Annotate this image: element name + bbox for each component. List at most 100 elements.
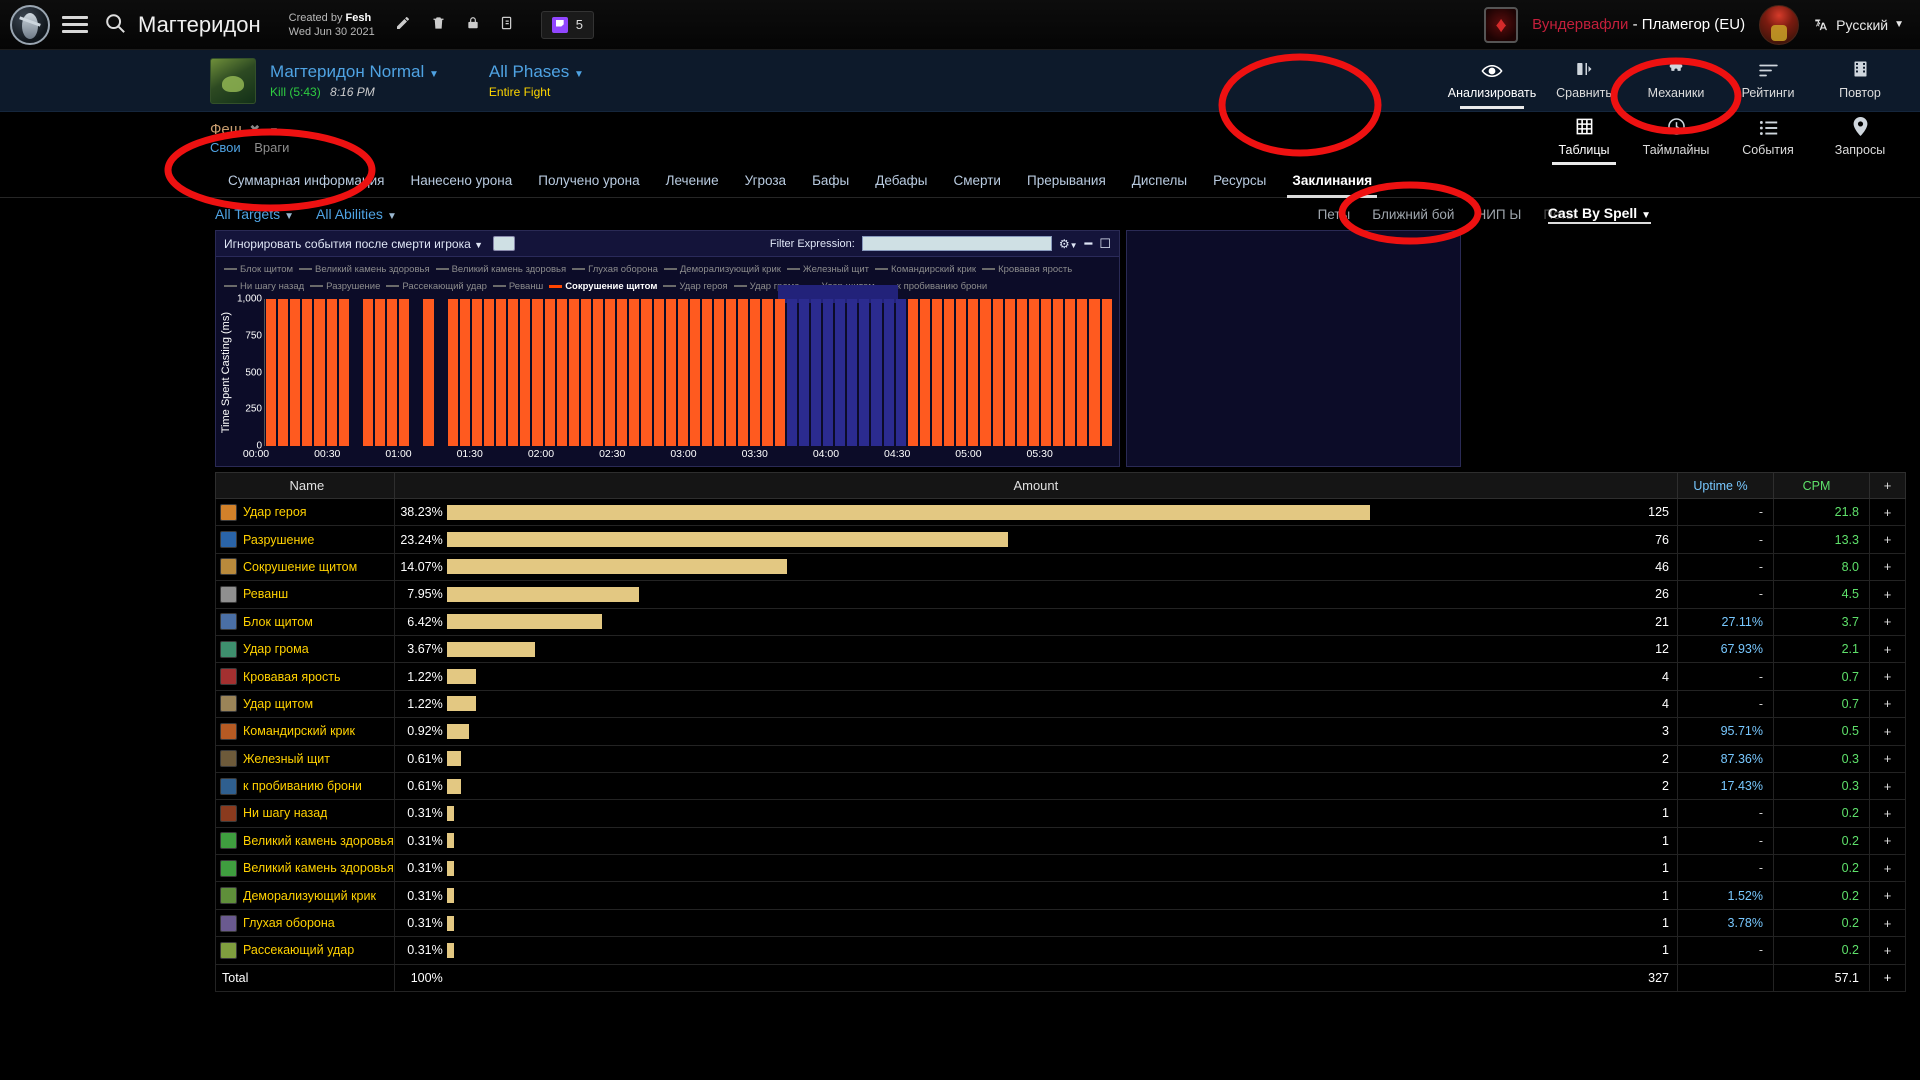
filter-pets[interactable]: Петы (1318, 207, 1351, 222)
tab-resources[interactable]: Ресурсы (1200, 164, 1279, 198)
legend-item[interactable]: Командирский крик (875, 263, 976, 276)
chevron-down-icon[interactable]: ▼ (269, 126, 279, 137)
chart-bar[interactable] (641, 299, 652, 446)
tab-healing[interactable]: Лечение (653, 164, 732, 198)
spell-icon[interactable] (220, 750, 237, 768)
chart-bar[interactable] (665, 299, 676, 446)
tab-buffs[interactable]: Бафы (799, 164, 862, 198)
chart-bar[interactable] (944, 299, 955, 446)
nav-replay[interactable]: Повтор (1814, 54, 1906, 108)
expand-row-button[interactable]: + (1869, 552, 1906, 582)
toggle-enemy[interactable]: Враги (254, 140, 289, 155)
chart-bar[interactable] (278, 299, 289, 446)
chart-bar[interactable] (738, 299, 749, 446)
chart-bar[interactable] (919, 299, 931, 446)
spell-name[interactable]: Удар щитом (243, 697, 313, 711)
chart-bar[interactable] (956, 299, 967, 446)
phase-name[interactable]: All Phases ▼ (489, 62, 584, 82)
chart-bar[interactable] (362, 299, 373, 446)
legend-item[interactable]: Ни шагу назад (224, 280, 304, 293)
spell-name[interactable]: Сокрушение щитом (243, 560, 357, 574)
chart-bar[interactable] (689, 299, 700, 446)
table-row[interactable]: Удар героя 38.23% 125-21.8 + (215, 497, 1906, 527)
chart-bar[interactable] (895, 299, 906, 446)
filter-melee[interactable]: Ближний бой (1372, 207, 1454, 222)
chart-bar[interactable] (823, 299, 834, 446)
spell-icon[interactable] (220, 695, 237, 713)
expand-row-button[interactable]: + (1869, 936, 1906, 965)
chart-bar[interactable] (798, 299, 809, 446)
legend-item[interactable]: Реванш (492, 280, 543, 293)
spell-icon[interactable] (220, 722, 237, 740)
chart-bar[interactable] (1077, 299, 1088, 446)
chart-bar[interactable] (556, 299, 567, 446)
table-row[interactable]: Сокрушение щитом 14.07% 46-8.0 + (215, 552, 1906, 582)
chart-bar[interactable] (387, 299, 398, 446)
chart-bar[interactable] (932, 299, 943, 446)
expand-row-button[interactable]: + (1869, 525, 1906, 554)
chart-bar[interactable] (459, 299, 470, 446)
filter-expression-input[interactable] (861, 236, 1052, 251)
chart-bar[interactable] (968, 299, 979, 446)
table-row[interactable]: Командирский крик 0.92% 3 95.71% 0.5 + (215, 717, 1906, 746)
nav-analyze[interactable]: Анализировать (1446, 58, 1538, 109)
ignore-after-death-dropdown[interactable]: Игнорировать события после смерти игрока… (224, 237, 483, 251)
chart-bar[interactable] (992, 299, 1003, 446)
spell-name[interactable]: Разрушение (243, 533, 314, 547)
nav-queries[interactable]: Запросы (1814, 113, 1906, 163)
table-row[interactable]: Ни шагу назад 0.31% 1-0.2 + (215, 799, 1906, 828)
legend-item[interactable]: Сокрушение щитом (549, 280, 657, 293)
spell-name[interactable]: Глухая оборона (243, 916, 335, 930)
tab-debuffs[interactable]: Дебафы (862, 164, 940, 198)
nav-tables[interactable]: Таблицы (1538, 113, 1630, 165)
expand-row-button[interactable]: + (1869, 908, 1906, 938)
chart-bar[interactable] (471, 299, 482, 446)
chart-bar[interactable] (1089, 299, 1100, 446)
chart-bar[interactable] (1041, 299, 1052, 446)
chart-bar[interactable] (290, 299, 301, 446)
chart-bar[interactable] (810, 299, 822, 446)
chart-bar[interactable] (605, 299, 616, 446)
col-name[interactable]: Name (215, 472, 395, 499)
spell-name[interactable]: Великий камень здоровья (243, 834, 394, 848)
chart-bar[interactable] (1004, 299, 1015, 446)
chart-bar[interactable] (980, 299, 991, 446)
col-uptime[interactable]: Uptime % (1677, 472, 1774, 499)
spell-icon[interactable] (220, 777, 237, 795)
chart-bar[interactable] (762, 299, 773, 446)
spell-name[interactable]: Великий камень здоровья (243, 861, 394, 875)
chart-bar[interactable] (847, 299, 858, 446)
chart-bar[interactable] (774, 299, 785, 446)
legend-item[interactable]: Глухая оборона (572, 263, 658, 276)
chart-bar[interactable] (714, 299, 725, 446)
chart-bar[interactable] (592, 299, 604, 446)
chart-bar[interactable] (859, 299, 870, 446)
fight-name[interactable]: Магтеридон Normal ▼ (270, 62, 439, 82)
spell-name[interactable]: Удар героя (243, 505, 307, 519)
all-abilities-dropdown[interactable]: All Abilities ▼ (316, 206, 397, 222)
table-row[interactable]: Деморализующий крик 0.31% 1 1.52% 0.2 + (215, 881, 1906, 910)
nav-mechanics[interactable]: Механики (1630, 53, 1722, 108)
legend-item[interactable]: Разрушение (310, 280, 380, 293)
nav-events[interactable]: События (1722, 116, 1814, 163)
chart-bar[interactable] (726, 299, 737, 446)
col-cpm[interactable]: CPM (1773, 472, 1870, 499)
chart-bar[interactable] (544, 299, 555, 446)
chart-bar[interactable] (266, 299, 277, 446)
spell-icon[interactable] (220, 503, 237, 521)
spell-icon[interactable] (220, 859, 237, 877)
spell-name[interactable]: Удар грома (243, 642, 309, 656)
spell-icon[interactable] (220, 668, 237, 686)
chart-bar[interactable] (786, 299, 797, 446)
table-row[interactable]: Глухая оборона 0.31% 1 3.78% 0.2 + (215, 908, 1906, 938)
chart-bar[interactable] (508, 299, 519, 446)
spell-name[interactable]: Ни шагу назад (243, 806, 327, 820)
spell-icon[interactable] (220, 640, 237, 658)
expand-row-button[interactable]: + (1869, 771, 1906, 801)
legend-item[interactable]: Великий камень здоровья (299, 263, 430, 276)
expand-row-button[interactable]: + (1869, 826, 1906, 856)
chart-bar[interactable] (302, 299, 313, 446)
chart-bar[interactable] (701, 299, 713, 446)
chart-bar[interactable] (1053, 299, 1064, 446)
expand-row-button[interactable]: + (1869, 497, 1906, 527)
